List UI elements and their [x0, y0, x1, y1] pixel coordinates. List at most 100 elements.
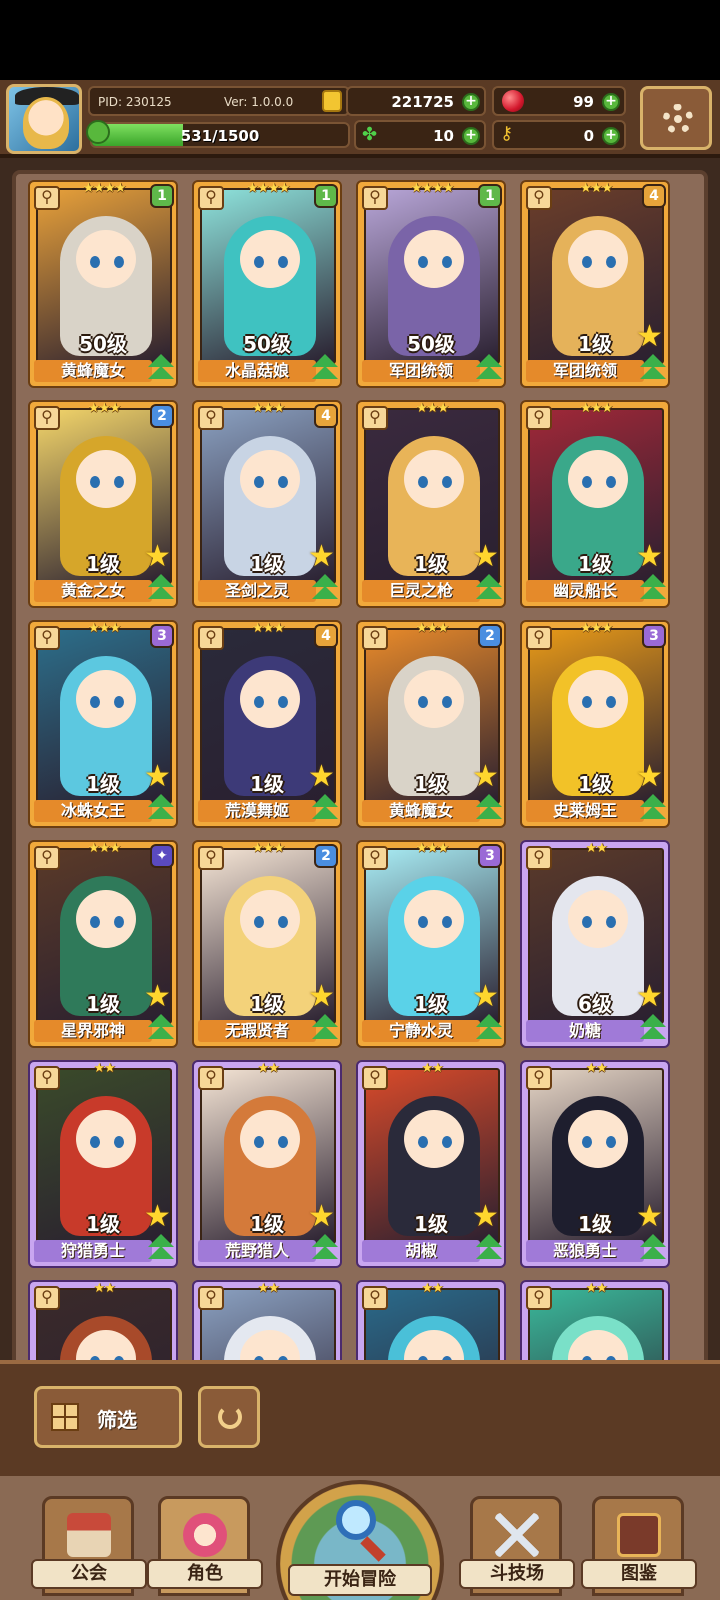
wand-icon: ⚲ — [34, 1066, 60, 1090]
character-card[interactable]: ⚲ ★★★ 1级 巨灵之枪 ★ — [356, 400, 506, 608]
start-adventure-button[interactable]: 开始冒险 — [276, 1480, 444, 1600]
add-key-plus-icon[interactable]: + — [602, 127, 620, 145]
game-version: Ver: 1.0.0.0 — [224, 95, 294, 109]
character-card[interactable]: ⚲ ★★ 1级 狩猎勇士 ★ — [28, 1060, 178, 1268]
wand-icon: ⚲ — [526, 1286, 552, 1310]
character-card[interactable]: ⚲ ★★ 1级 胡椒 ★ — [356, 1060, 506, 1268]
character-card[interactable]: ⚲ ★★ 6级 奶糖 ★ — [520, 840, 670, 1048]
magnifier-icon — [336, 1500, 376, 1540]
coin-icon — [322, 90, 342, 112]
character-card[interactable]: ⚲ ★★ — [192, 1280, 342, 1360]
character-card[interactable]: ⚲ ★★★ 2 1级 黄蜂魔女 ★ — [356, 620, 506, 828]
character-eye — [114, 476, 124, 488]
character-card[interactable]: ⚲ ★★★ 4 1级 圣剑之灵 ★ — [192, 400, 342, 608]
character-card[interactable]: ⚲ ★★★ 2 1级 无瑕贤者 ★ — [192, 840, 342, 1048]
character-grid-frame: ⚲ ★★★★ 1 50级 黄蜂魔女 ⚲ ★★★★ 1 50级 水晶菇娘 ⚲ ★★★★ 1 50级 军团统领 ⚲… — [12, 170, 708, 1360]
character-card[interactable]: ⚲ ★★★ 1级 幽灵船长 ★ — [520, 400, 670, 608]
filter-button[interactable]: 筛选 — [34, 1386, 182, 1448]
reset-filter-button[interactable] — [198, 1386, 260, 1448]
gem-icon — [502, 90, 524, 112]
element-badge: 2 — [314, 844, 338, 868]
rarity-stars: ★★★ — [88, 841, 121, 856]
rarity-stars: ★★★ — [88, 621, 121, 636]
character-card[interactable]: ⚲ ★★★ 3 1级 宁静水灵 ★ — [356, 840, 506, 1048]
level-up-arrow-icon — [310, 794, 340, 824]
character-head — [568, 230, 628, 288]
level-up-arrow-icon — [638, 794, 668, 824]
player-avatar[interactable] — [6, 84, 82, 154]
star-upgrade-icon: ★ — [472, 539, 499, 574]
nav-guild[interactable]: 公会 — [31, 1496, 147, 1596]
level-up-arrow-icon — [474, 1014, 504, 1044]
character-name: 幽灵船长 — [526, 580, 644, 602]
rarity-stars: ★★ — [257, 1061, 279, 1076]
character-eye — [442, 696, 452, 708]
character-name: 水晶菇娘 — [198, 360, 316, 382]
wand-icon: ⚲ — [526, 846, 552, 870]
character-card[interactable]: ⚲ ★★ 1级 恶狼勇士 ★ — [520, 1060, 670, 1268]
star-upgrade-icon: ★ — [636, 759, 663, 794]
character-card[interactable]: ⚲ ★★★★ 1 50级 军团统领 — [356, 180, 506, 388]
clover-icon: ✤ — [362, 124, 378, 145]
character-head — [76, 670, 136, 728]
level-up-arrow-icon — [474, 574, 504, 604]
exp-icon — [86, 120, 110, 144]
exp-bar: 531/1500 — [90, 122, 350, 148]
character-card[interactable]: ⚲ ★★ — [520, 1280, 670, 1360]
level-up-arrow-icon — [474, 354, 504, 384]
star-upgrade-icon: ★ — [472, 1199, 499, 1234]
wand-icon: ⚲ — [198, 1286, 224, 1310]
level-up-arrow-icon — [474, 794, 504, 824]
level-up-arrow-icon — [638, 1234, 668, 1264]
character-head — [568, 670, 628, 728]
wand-icon: ⚲ — [198, 1066, 224, 1090]
wand-icon: ⚲ — [526, 186, 552, 210]
character-eye — [418, 916, 428, 928]
character-eye — [606, 696, 616, 708]
level-up-arrow-icon — [638, 1014, 668, 1044]
filter-bar: 筛选 — [0, 1360, 720, 1472]
character-card[interactable]: ⚲ ★★★ 2 1级 黄金之女 ★ — [28, 400, 178, 608]
bottom-nav: 公会 角色 开始冒险 斗技场 图鉴 — [0, 1472, 720, 1600]
element-badge: 3 — [478, 844, 502, 868]
rarity-stars: ★★ — [93, 1061, 115, 1076]
add-gold-plus-icon[interactable]: + — [462, 93, 480, 111]
character-grid-area[interactable]: ⚲ ★★★★ 1 50级 黄蜂魔女 ⚲ ★★★★ 1 50级 水晶菇娘 ⚲ ★★★★ 1 50级 军团统领 ⚲… — [0, 158, 720, 1360]
character-card[interactable]: ⚲ ★★★★ 1 50级 水晶菇娘 — [192, 180, 342, 388]
gold-amount: 221725 — [391, 93, 454, 111]
star-upgrade-icon: ★ — [144, 759, 171, 794]
character-card[interactable]: ⚲ ★★★ 3 1级 冰蛛女王 ★ — [28, 620, 178, 828]
status-bar — [0, 0, 720, 80]
character-eye — [418, 476, 428, 488]
level-up-arrow-icon — [474, 1234, 504, 1264]
character-card[interactable]: ⚲ ★★★ 3 1级 史莱姆王 ★ — [520, 620, 670, 828]
character-card[interactable]: ⚲ ★★★ 4 1级 荒漠舞姬 ★ — [192, 620, 342, 828]
character-card[interactable]: ⚲ ★★★★ 1 50级 黄蜂魔女 — [28, 180, 178, 388]
character-eye — [606, 916, 616, 928]
character-name: 圣剑之灵 — [198, 580, 316, 602]
settings-button[interactable] — [640, 86, 712, 150]
key-counter: ⚷ 0 + — [492, 120, 626, 150]
nav-character[interactable]: 角色 — [147, 1496, 263, 1596]
character-head — [404, 450, 464, 508]
character-card[interactable]: ⚲ ★★ — [28, 1280, 178, 1360]
star-upgrade-icon: ★ — [308, 539, 335, 574]
character-card[interactable]: ⚲ ★★ 1级 荒野猎人 ★ — [192, 1060, 342, 1268]
nav-codex-label: 图鉴 — [581, 1559, 697, 1589]
character-card[interactable]: ⚲ ★★★ 4 1级 军团统领 ★ — [520, 180, 670, 388]
character-eye — [278, 256, 288, 268]
nav-arena[interactable]: 斗技场 — [459, 1496, 575, 1596]
nav-codex[interactable]: 图鉴 — [581, 1496, 697, 1596]
character-head — [404, 1110, 464, 1168]
character-card[interactable]: ⚲ ★★★ ✦ 1级 星界邪神 ★ — [28, 840, 178, 1048]
rarity-stars: ★★★ — [580, 181, 613, 196]
add-gem-plus-icon[interactable]: + — [602, 93, 620, 111]
add-clover-plus-icon[interactable]: + — [462, 127, 480, 145]
character-card[interactable]: ⚲ ★★ — [356, 1280, 506, 1360]
star-upgrade-icon: ★ — [144, 539, 171, 574]
level-up-arrow-icon — [638, 574, 668, 604]
filter-label: 筛选 — [97, 1408, 137, 1432]
character-eye — [114, 916, 124, 928]
character-eye — [254, 916, 264, 928]
rarity-stars: ★★ — [585, 1061, 607, 1076]
